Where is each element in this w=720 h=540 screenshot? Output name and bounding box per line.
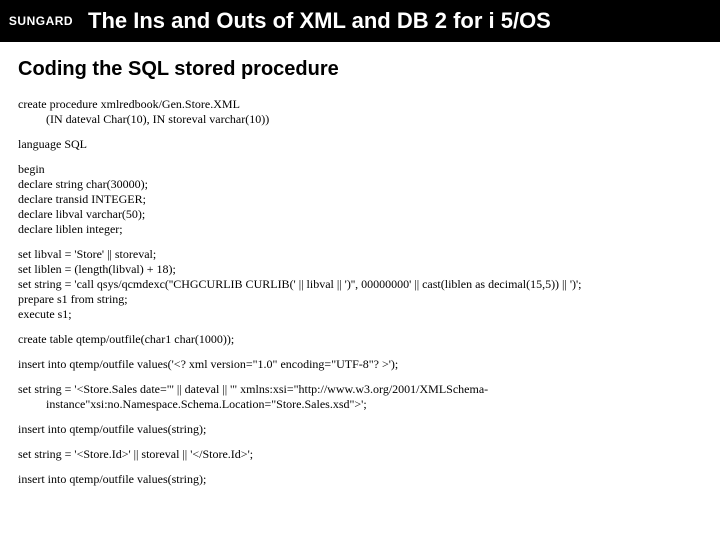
logo: SUNGARD <box>0 0 82 42</box>
code-line: prepare s1 from string; <box>18 292 702 307</box>
code-line: insert into qtemp/outfile values(string)… <box>18 422 702 437</box>
code-line: set string = '<Store.Id>' || storeval ||… <box>18 447 702 462</box>
code-line: create procedure xmlredbook/Gen.Store.XM… <box>18 97 702 112</box>
code-line: insert into qtemp/outfile values('<? xml… <box>18 357 702 372</box>
code-line: (IN dateval Char(10), IN storeval varcha… <box>18 112 702 127</box>
content-area: Coding the SQL stored procedure create p… <box>0 42 720 497</box>
code-line: set string = 'call qsys/qcmdexc(''CHGCUR… <box>18 277 702 292</box>
code-line: declare liblen integer; <box>18 222 702 237</box>
code-line: begin <box>18 162 702 177</box>
code-line: insert into qtemp/outfile values(string)… <box>18 472 702 487</box>
code-line: declare string char(30000); <box>18 177 702 192</box>
header-bar: SUNGARD The Ins and Outs of XML and DB 2… <box>0 0 720 42</box>
code-line: set libval = 'Store' || storeval; <box>18 247 702 262</box>
code-line: declare transid INTEGER; <box>18 192 702 207</box>
code-line: execute s1; <box>18 307 702 322</box>
code-line: instance"xsi:no.Namespace.Schema.Locatio… <box>18 397 702 412</box>
code-block: create procedure xmlredbook/Gen.Store.XM… <box>18 97 702 487</box>
code-line: set liblen = (length(libval) + 18); <box>18 262 702 277</box>
code-line: language SQL <box>18 137 702 152</box>
page-title: The Ins and Outs of XML and DB 2 for i 5… <box>82 0 720 42</box>
code-line: create table qtemp/outfile(char1 char(10… <box>18 332 702 347</box>
code-line: declare libval varchar(50); <box>18 207 702 222</box>
code-line: set string = '<Store.Sales date="' || da… <box>18 382 702 397</box>
section-heading: Coding the SQL stored procedure <box>18 58 702 81</box>
